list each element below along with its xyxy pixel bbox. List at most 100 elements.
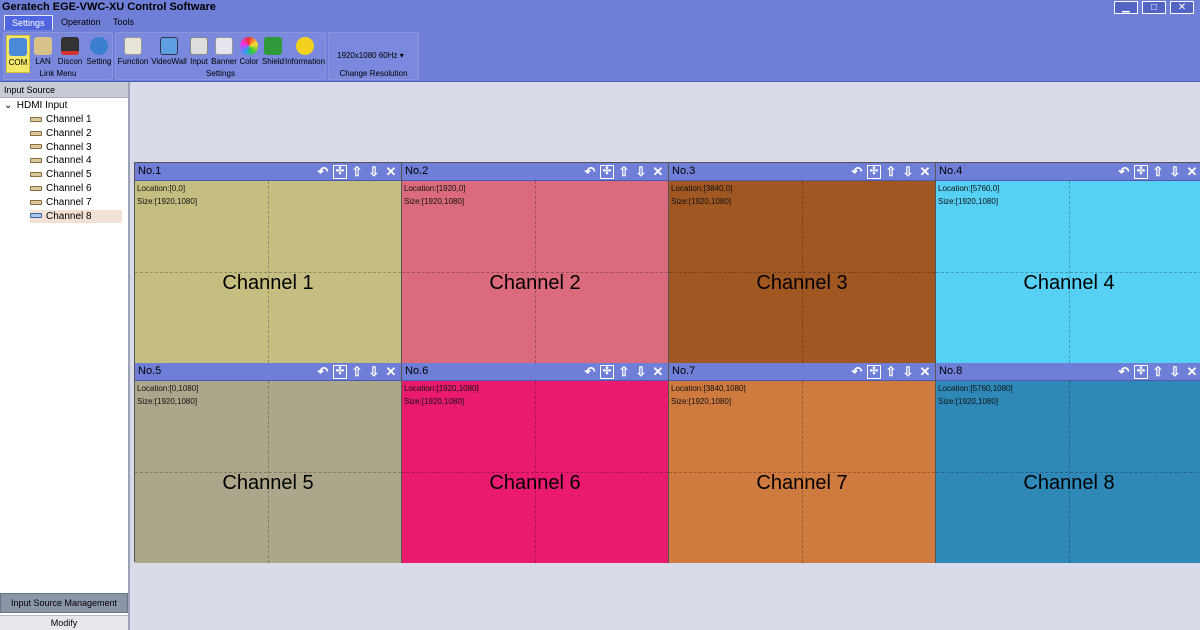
fullscreen-icon[interactable]: ✣ bbox=[867, 365, 881, 379]
wall-window[interactable]: No.2 ↶ ✣ ⇧ ⇩ ✕ Location:[1920,0] Size:[1920,108… bbox=[402, 163, 669, 363]
shield-button[interactable]: Shield bbox=[261, 35, 285, 73]
undo-icon[interactable]: ↶ bbox=[1117, 165, 1131, 179]
undo-icon[interactable]: ↶ bbox=[583, 165, 597, 179]
window-header[interactable]: No.5 ↶ ✣ ⇧ ⇩ ✕ bbox=[135, 363, 401, 381]
wall-window[interactable]: No.8 ↶ ✣ ⇧ ⇩ ✕ Location:[5760,1080] Size:[1920,… bbox=[936, 363, 1200, 563]
window-header[interactable]: No.8 ↶ ✣ ⇧ ⇩ ✕ bbox=[936, 363, 1200, 381]
tree-item-channel[interactable]: Channel 4 bbox=[30, 154, 122, 167]
bring-up-icon[interactable]: ⇧ bbox=[1151, 365, 1165, 379]
tree-root-hdmi-input[interactable]: ⌄ HDMI Input bbox=[4, 100, 67, 111]
window-content[interactable]: Location:[1920,1080] Size:[1920,1080] Chan… bbox=[402, 381, 668, 563]
wall-window[interactable]: No.6 ↶ ✣ ⇧ ⇩ ✕ Location:[1920,1080] Size:[1920,… bbox=[402, 363, 669, 563]
send-down-icon[interactable]: ⇩ bbox=[634, 365, 648, 379]
undo-icon[interactable]: ↶ bbox=[583, 365, 597, 379]
close-icon[interactable]: ✕ bbox=[918, 365, 932, 379]
window-content[interactable]: Location:[3840,0] Size:[1920,1080] Channel… bbox=[669, 181, 935, 363]
window-header[interactable]: No.1 ↶ ✣ ⇧ ⇩ ✕ bbox=[135, 163, 401, 181]
bring-up-icon[interactable]: ⇧ bbox=[617, 365, 631, 379]
undo-icon[interactable]: ↶ bbox=[1117, 365, 1131, 379]
fullscreen-icon[interactable]: ✣ bbox=[600, 165, 614, 179]
wall-window[interactable]: No.4 ↶ ✣ ⇧ ⇩ ✕ Location:[5760,0] Size:[1920,108… bbox=[936, 163, 1200, 363]
close-icon[interactable]: ✕ bbox=[918, 165, 932, 179]
send-down-icon[interactable]: ⇩ bbox=[1168, 165, 1182, 179]
bring-up-icon[interactable]: ⇧ bbox=[350, 365, 364, 379]
window-content[interactable]: Location:[0,0] Size:[1920,1080] Channel 1 bbox=[135, 181, 401, 363]
tab-settings[interactable]: Settings bbox=[4, 15, 53, 30]
information-button[interactable]: Information bbox=[285, 35, 325, 73]
undo-icon[interactable]: ↶ bbox=[316, 165, 330, 179]
input-button[interactable]: Input bbox=[189, 35, 209, 73]
fullscreen-icon[interactable]: ✣ bbox=[1134, 365, 1148, 379]
undo-icon[interactable]: ↶ bbox=[316, 365, 330, 379]
tab-operation[interactable]: Operation bbox=[54, 15, 108, 30]
window-header[interactable]: No.6 ↶ ✣ ⇧ ⇩ ✕ bbox=[402, 363, 668, 381]
lan-label: LAN bbox=[35, 57, 51, 66]
lan-button[interactable]: LAN bbox=[32, 35, 54, 73]
fullscreen-icon[interactable]: ✣ bbox=[1134, 165, 1148, 179]
fullscreen-icon[interactable]: ✣ bbox=[600, 365, 614, 379]
setting-button[interactable]: Setting bbox=[86, 35, 112, 73]
resolution-group-label: Change Resolution bbox=[339, 69, 408, 78]
videowall-button[interactable]: VideoWall bbox=[150, 35, 188, 73]
window-content[interactable]: Location:[5760,0] Size:[1920,1080] Channel… bbox=[936, 181, 1200, 363]
close-button[interactable]: ✕ bbox=[1170, 1, 1194, 14]
undo-icon[interactable]: ↶ bbox=[850, 165, 864, 179]
close-icon[interactable]: ✕ bbox=[384, 165, 398, 179]
window-header[interactable]: No.2 ↶ ✣ ⇧ ⇩ ✕ bbox=[402, 163, 668, 181]
close-icon[interactable]: ✕ bbox=[1185, 165, 1199, 179]
close-icon[interactable]: ✕ bbox=[1185, 365, 1199, 379]
fullscreen-icon[interactable]: ✣ bbox=[333, 365, 347, 379]
send-down-icon[interactable]: ⇩ bbox=[367, 365, 381, 379]
bring-up-icon[interactable]: ⇧ bbox=[1151, 165, 1165, 179]
window-content[interactable]: Location:[3840,1080] Size:[1920,1080] Chan… bbox=[669, 381, 935, 563]
send-down-icon[interactable]: ⇩ bbox=[367, 165, 381, 179]
close-icon[interactable]: ✕ bbox=[651, 365, 665, 379]
window-header[interactable]: No.7 ↶ ✣ ⇧ ⇩ ✕ bbox=[669, 363, 935, 381]
color-button[interactable]: Color bbox=[238, 35, 260, 73]
resolution-select[interactable]: 1920x1080 60Hz ▾ bbox=[337, 51, 404, 60]
bring-up-icon[interactable]: ⇧ bbox=[884, 365, 898, 379]
window-header[interactable]: No.3 ↶ ✣ ⇧ ⇩ ✕ bbox=[669, 163, 935, 181]
tree-item-channel[interactable]: Channel 2 bbox=[30, 127, 122, 140]
close-icon[interactable]: ✕ bbox=[651, 165, 665, 179]
input-source-management-tab[interactable]: Input Source Management bbox=[0, 593, 128, 613]
tree-item-channel[interactable]: Channel 5 bbox=[30, 168, 122, 181]
wall-window[interactable]: No.5 ↶ ✣ ⇧ ⇩ ✕ Location:[0,1080] Size:[1920,108… bbox=[135, 363, 402, 563]
information-icon bbox=[296, 37, 314, 55]
bring-up-icon[interactable]: ⇧ bbox=[617, 165, 631, 179]
window-content[interactable]: Location:[5760,1080] Size:[1920,1080] Chan… bbox=[936, 381, 1200, 563]
fullscreen-icon[interactable]: ✣ bbox=[867, 165, 881, 179]
fullscreen-icon[interactable]: ✣ bbox=[333, 165, 347, 179]
tree-item-channel[interactable]: Channel 6 bbox=[30, 182, 122, 195]
disconnect-button[interactable]: Discon bbox=[56, 35, 84, 73]
link-menu-label: Link Menu bbox=[39, 69, 77, 78]
tree-item-channel[interactable]: Channel 7 bbox=[30, 196, 122, 209]
minimize-button[interactable]: ▁ bbox=[1114, 1, 1138, 14]
function-button[interactable]: Function bbox=[117, 35, 149, 73]
menu-bar: Settings Operation Tools bbox=[0, 15, 1200, 30]
send-down-icon[interactable]: ⇩ bbox=[634, 165, 648, 179]
wall-window[interactable]: No.7 ↶ ✣ ⇧ ⇩ ✕ Location:[3840,1080] Size:[1920,… bbox=[669, 363, 936, 563]
window-header[interactable]: No.4 ↶ ✣ ⇧ ⇩ ✕ bbox=[936, 163, 1200, 181]
modify-button[interactable]: Modify bbox=[0, 615, 128, 630]
window-content[interactable]: Location:[0,1080] Size:[1920,1080] Channel… bbox=[135, 381, 401, 563]
com-button[interactable]: COM bbox=[6, 35, 30, 73]
send-down-icon[interactable]: ⇩ bbox=[901, 365, 915, 379]
bring-up-icon[interactable]: ⇧ bbox=[350, 165, 364, 179]
tree-item-channel[interactable]: Channel 1 bbox=[30, 113, 122, 126]
send-down-icon[interactable]: ⇩ bbox=[1168, 365, 1182, 379]
tree-item-channel[interactable]: Channel 8 bbox=[30, 209, 122, 223]
wall-window[interactable]: No.3 ↶ ✣ ⇧ ⇩ ✕ Location:[3840,0] Size:[1920,108… bbox=[669, 163, 936, 363]
send-down-icon[interactable]: ⇩ bbox=[901, 165, 915, 179]
chevron-down-icon[interactable]: ⌄ bbox=[4, 100, 14, 111]
undo-icon[interactable]: ↶ bbox=[850, 365, 864, 379]
close-icon[interactable]: ✕ bbox=[384, 365, 398, 379]
maximize-button[interactable]: □ bbox=[1142, 1, 1166, 14]
bring-up-icon[interactable]: ⇧ bbox=[884, 165, 898, 179]
tab-tools[interactable]: Tools bbox=[106, 15, 141, 30]
wall-window[interactable]: No.1 ↶ ✣ ⇧ ⇩ ✕ Location:[0,0] Size:[1920,1080] C… bbox=[135, 163, 402, 363]
banner-button[interactable]: Banner bbox=[210, 35, 238, 73]
link-menu-group: COM LAN Discon Setting Link Menu bbox=[3, 32, 113, 80]
window-content[interactable]: Location:[1920,0] Size:[1920,1080] Channel… bbox=[402, 181, 668, 363]
tree-item-channel[interactable]: Channel 3 bbox=[30, 141, 122, 154]
